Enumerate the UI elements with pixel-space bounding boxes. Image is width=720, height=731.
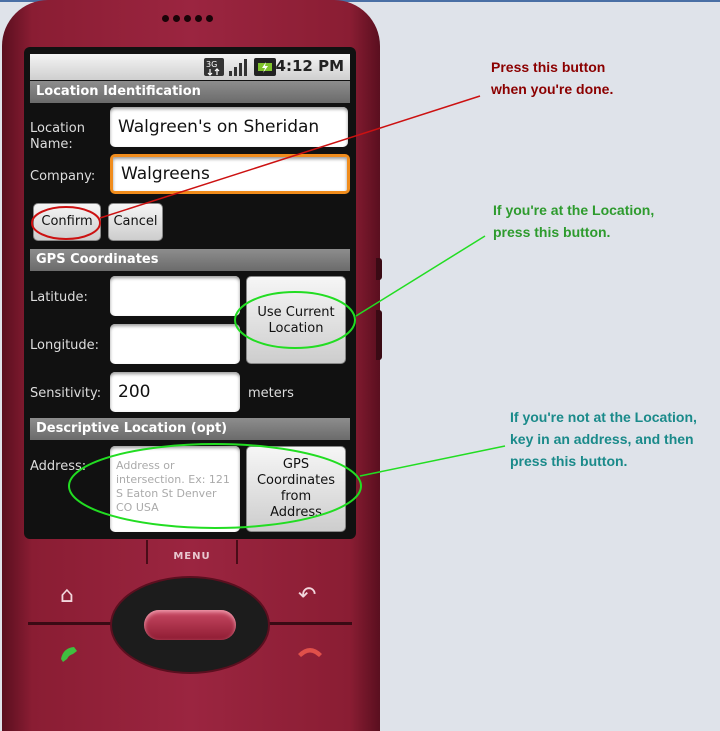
address-highlight-ellipse — [68, 443, 362, 529]
confirm-annotation: Press this button when you're done. — [491, 59, 614, 97]
annotation-overlay — [31, 95, 506, 529]
current-location-highlight-ellipse — [234, 291, 356, 349]
current-location-pointer-line — [355, 235, 486, 317]
address-annotation: If you're not at the Location, key in an… — [510, 409, 697, 469]
address-pointer-line — [359, 445, 506, 477]
confirm-highlight-ellipse — [31, 206, 101, 240]
current-location-annotation: If you're at the Location, press this bu… — [493, 202, 655, 240]
confirm-pointer-line — [99, 95, 481, 219]
